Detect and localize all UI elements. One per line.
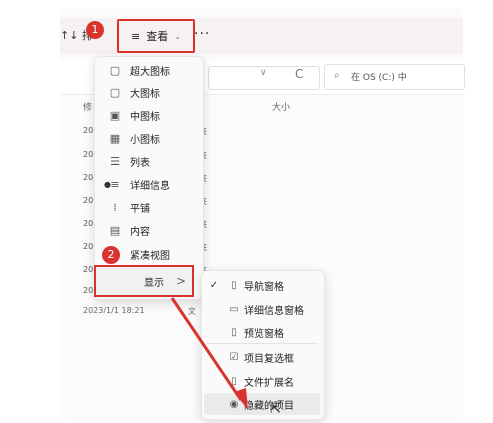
submenu-item-3[interactable]: ☑ 项目复选框 [204,346,320,368]
content-icon: ▤ [109,223,121,237]
chevron-down-icon[interactable]: ∨ [260,68,267,78]
menu-item-label: 内容 [130,226,150,238]
file-date-fragment: 20 [83,219,94,228]
menu-item-label: 大图标 [130,88,160,100]
checkbox-icon: ☑ [229,351,239,363]
file-date-fragment: 20 [83,242,94,251]
chevron-down-icon: ⌄ [174,31,181,41]
file-date-fragment: 20 [83,196,94,205]
file-date: 2023/1/1 18:21 [83,306,145,315]
file-date-fragment: 20 [83,265,94,274]
menu-item-label: 列表 [130,157,150,169]
submenu-divider [206,343,318,344]
search-icon: ⌕ [334,70,340,81]
submenu-item-label: 文件扩展名 [244,377,294,389]
submenu-item-0[interactable]: ✓ ▯ 导航窗格 [204,274,320,296]
small-grid-icon: ▦ [109,131,121,145]
preview-pane-icon: ▯ [231,326,237,338]
menu-item-view-1[interactable]: ▢ 大图标 [100,81,198,103]
menu-item-label: 小图标 [130,134,160,146]
submenu-item-label: 导航窗格 [244,281,284,293]
menu-item-view-3[interactable]: ▦ 小图标 [100,127,198,149]
nav-pane-icon: ▯ [231,279,237,291]
search-placeholder: 在 OS (C:) 中 [351,73,407,83]
chevron-right-icon: > [175,274,186,288]
menu-item-view-0[interactable]: ▢ 超大图标 [100,59,198,81]
file-type: 文 [188,307,196,316]
menu-item-label: 紧凑视图 [130,250,170,262]
mouse-cursor-icon: ⇱ [270,402,281,417]
submenu-item-2[interactable]: ▯ 预览窗格 [204,321,320,343]
check-icon: ✓ [209,279,219,291]
file-date-fragment: 20 [83,126,94,135]
submenu-item-5[interactable]: ◉ 隐藏的项目 [204,393,320,415]
selected-dot-icon: ● [104,179,111,189]
submenu-item-1[interactable]: ▭ 详细信息窗格 [204,298,320,320]
grid-icon: ▣ [109,108,121,122]
menu-item-label: 中图标 [130,111,160,123]
details-pane-icon: ▭ [229,303,239,315]
file-icon: ▯ [231,375,237,387]
menu-item-label: 平铺 [130,203,150,215]
menu-item-view-7[interactable]: ▤ 内容 [100,219,198,241]
menu-item-label: 超大图标 [130,66,170,78]
submenu-item-label: 详细信息窗格 [244,305,304,317]
refresh-icon[interactable]: C [295,67,303,81]
monitor-icon: ▢ [109,85,121,99]
step-1-badge: 1 [86,21,104,39]
more-options-button[interactable]: ··· [194,26,210,42]
submenu-item-label: 隐藏的项目 [244,400,294,412]
view-button-label: 查看 [146,30,169,43]
menu-item-show-label: 显示 [144,277,164,289]
menu-item-view-2[interactable]: ▣ 中图标 [100,104,198,126]
menu-item-view-5[interactable]: ● ≡ 详细信息 [100,173,198,195]
file-date-fragment: 20 [83,286,94,295]
tiles-icon: ⁞ [113,200,117,214]
menu-item-view-4[interactable]: ☰ 列表 [100,150,198,172]
step-2-badge: 2 [102,246,120,264]
menu-item-show[interactable]: 显示 > [94,265,194,297]
submenu-item-4[interactable]: ▯ 文件扩展名 [204,370,320,392]
file-date-fragment: 20 [83,150,94,159]
view-button[interactable]: ≡ 查看 ⌄ [117,19,195,53]
file-date-fragment: 20 [83,173,94,182]
list-icon: ☰ [110,154,120,168]
column-header-date[interactable]: 修 [83,100,92,113]
eye-icon: ◉ [229,398,239,410]
menu-item-view-6[interactable]: ⁞ 平铺 [100,196,198,218]
menu-item-label: 详细信息 [130,180,170,192]
submenu-item-label: 预览窗格 [244,328,284,340]
monitor-icon: ▢ [109,63,121,77]
menu-lines-icon: ≡ [131,29,141,43]
submenu-item-label: 项目复选框 [244,353,294,365]
column-header-size[interactable]: 大小 [272,100,290,113]
